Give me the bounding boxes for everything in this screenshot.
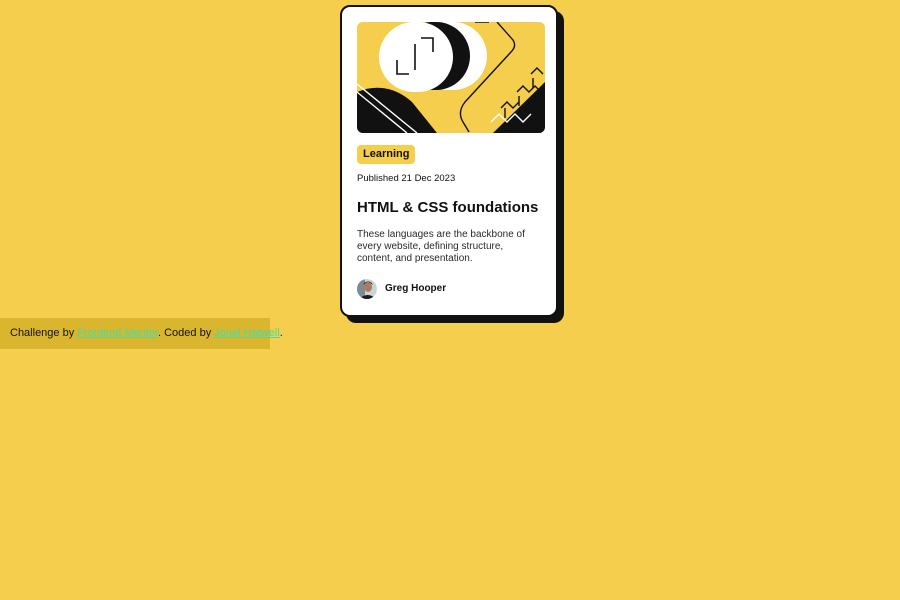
- attribution-suffix: .: [279, 327, 283, 339]
- attribution: Challenge by Frontend Mentor. Coded by J…: [0, 318, 283, 349]
- author-name: Greg Hooper: [385, 283, 447, 294]
- card-title[interactable]: HTML & CSS foundations: [357, 199, 541, 217]
- frontend-mentor-link[interactable]: Frontend Mentor: [77, 327, 158, 339]
- card-illustration: [357, 22, 545, 133]
- coder-link[interactable]: Jonel Hatwell: [214, 327, 279, 339]
- blog-preview-card: Learning Published 21 Dec 2023 HTML & CS…: [340, 5, 558, 317]
- attribution-middle: . Coded by: [158, 327, 215, 339]
- card-description: These languages are the backbone of ever…: [357, 229, 525, 264]
- publish-date: Published 21 Dec 2023: [357, 173, 456, 184]
- avatar: [357, 279, 377, 299]
- category-tag: Learning: [357, 145, 416, 164]
- attribution-prefix: Challenge by: [10, 327, 78, 339]
- author-info: Greg Hooper: [357, 279, 541, 299]
